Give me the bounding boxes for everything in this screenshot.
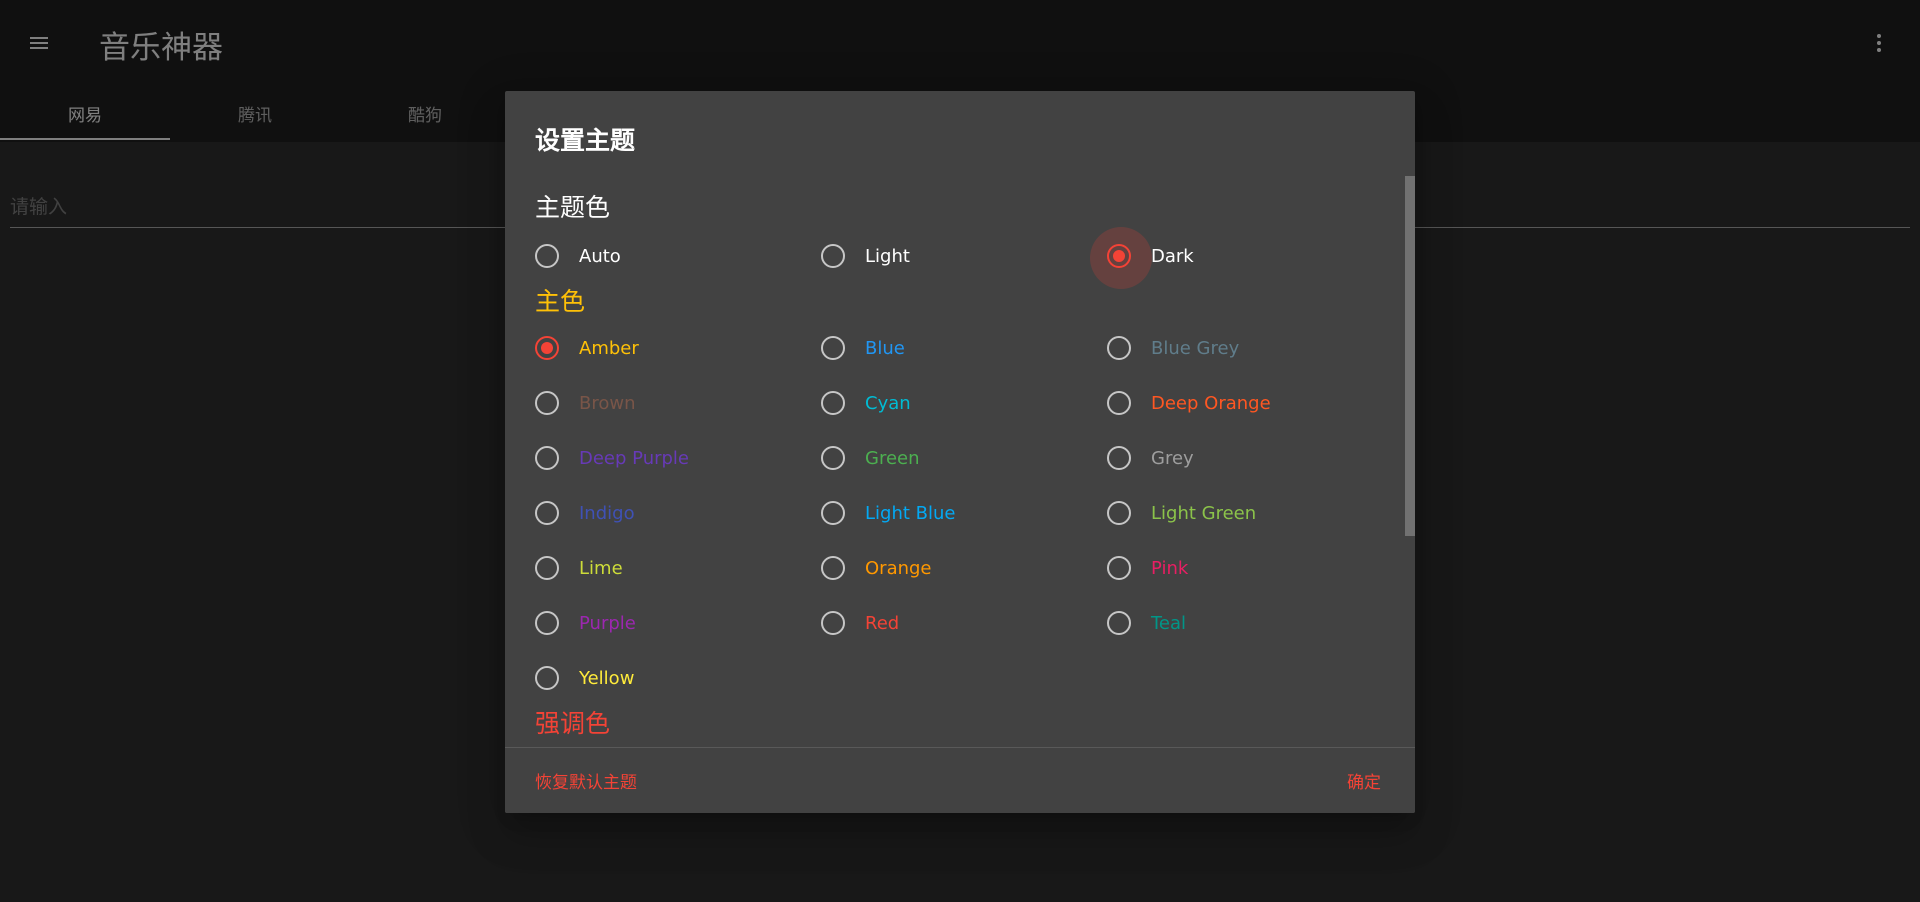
radio-label: Yellow <box>579 667 635 689</box>
radio-primary-green[interactable]: Green <box>821 438 920 478</box>
radio-button[interactable] <box>821 244 845 268</box>
radio-label: Deep Orange <box>1151 392 1271 414</box>
dialog-actions: 恢复默认主题 确定 <box>505 747 1415 813</box>
radio-primary-lime[interactable]: Lime <box>535 548 623 588</box>
radio-primary-grey[interactable]: Grey <box>1107 438 1194 478</box>
radio-primary-purple[interactable]: Purple <box>535 603 636 643</box>
radio-primary-cyan[interactable]: Cyan <box>821 383 911 423</box>
radio-primary-orange[interactable]: Orange <box>821 548 932 588</box>
radio-button[interactable] <box>821 446 845 470</box>
radio-button[interactable] <box>535 336 559 360</box>
radio-primary-teal[interactable]: Teal <box>1107 603 1186 643</box>
radio-button[interactable] <box>1107 501 1131 525</box>
radio-button[interactable] <box>535 244 559 268</box>
radio-button[interactable] <box>821 336 845 360</box>
radio-primary-amber[interactable]: Amber <box>535 328 639 368</box>
radio-label: Amber <box>579 337 639 359</box>
radio-primary-light-blue[interactable]: Light Blue <box>821 493 955 533</box>
dialog-title: 设置主题 <box>535 126 636 155</box>
radio-label: Deep Purple <box>579 447 690 469</box>
radio-label: Indigo <box>579 502 635 524</box>
reset-theme-button[interactable]: 恢复默认主题 <box>535 762 637 798</box>
radio-label: Blue <box>865 337 905 359</box>
radio-button[interactable] <box>821 391 845 415</box>
radio-label: Teal <box>1151 612 1187 634</box>
radio-label: Lime <box>579 557 623 579</box>
radio-button[interactable] <box>1107 556 1131 580</box>
radio-theme-type-dark[interactable]: Dark <box>1090 227 1194 289</box>
radio-button[interactable] <box>535 666 559 690</box>
radio-primary-pink[interactable]: Pink <box>1107 548 1188 588</box>
theme-dialog: 设置主题 主题色 主色 强调色 Auto Light Dark Amber Blue Bl… <box>505 91 1415 813</box>
radio-button[interactable] <box>535 501 559 525</box>
radio-label: Dark <box>1151 245 1194 267</box>
radio-button[interactable] <box>1107 336 1131 360</box>
radio-theme-type-light[interactable]: Light <box>821 236 910 276</box>
radio-primary-blue[interactable]: Blue <box>821 328 905 368</box>
radio-button[interactable] <box>821 611 845 635</box>
radio-label: Purple <box>579 612 636 634</box>
radio-primary-red[interactable]: Red <box>821 603 899 643</box>
radio-ripple <box>1090 227 1152 289</box>
radio-label: Light Blue <box>865 502 956 524</box>
radio-button[interactable] <box>535 391 559 415</box>
radio-label: Orange <box>865 557 932 579</box>
radio-button[interactable] <box>535 611 559 635</box>
radio-label: Red <box>865 612 900 634</box>
radio-button[interactable] <box>1107 446 1131 470</box>
radio-primary-deep-purple[interactable]: Deep Purple <box>535 438 689 478</box>
radio-button[interactable] <box>535 446 559 470</box>
radio-button[interactable] <box>1107 391 1131 415</box>
radio-primary-yellow[interactable]: Yellow <box>535 658 634 698</box>
confirm-button[interactable]: 确定 <box>1347 762 1381 798</box>
radio-button[interactable] <box>1107 611 1131 635</box>
radio-button[interactable] <box>821 556 845 580</box>
dialog-scrollbar[interactable] <box>1405 176 1415 536</box>
radio-button[interactable] <box>535 556 559 580</box>
radio-label: Pink <box>1151 557 1189 579</box>
radio-label: Cyan <box>865 392 911 414</box>
radio-label: Green <box>865 447 920 469</box>
radio-theme-type-auto[interactable]: Auto <box>535 236 621 276</box>
dialog-content: 主题色 主色 强调色 Auto Light Dark Amber Blue Blue Gr… <box>505 176 1415 813</box>
radio-label: Light Green <box>1151 502 1257 524</box>
radio-label: Auto <box>579 245 621 267</box>
radio-primary-indigo[interactable]: Indigo <box>535 493 635 533</box>
radio-primary-deep-orange[interactable]: Deep Orange <box>1107 383 1271 423</box>
radio-button[interactable] <box>821 501 845 525</box>
radio-primary-brown[interactable]: Brown <box>535 383 636 423</box>
radio-label: Light <box>865 245 910 267</box>
section-primary-title: 主色 <box>535 287 586 316</box>
radio-label: Blue Grey <box>1151 337 1240 359</box>
radio-primary-blue-grey[interactable]: Blue Grey <box>1107 328 1239 368</box>
section-accent-title: 强调色 <box>535 709 611 738</box>
section-theme-type-title: 主题色 <box>535 193 611 222</box>
radio-label: Grey <box>1151 447 1194 469</box>
radio-button[interactable] <box>1090 227 1152 289</box>
radio-primary-light-green[interactable]: Light Green <box>1107 493 1256 533</box>
radio-label: Brown <box>579 392 636 414</box>
